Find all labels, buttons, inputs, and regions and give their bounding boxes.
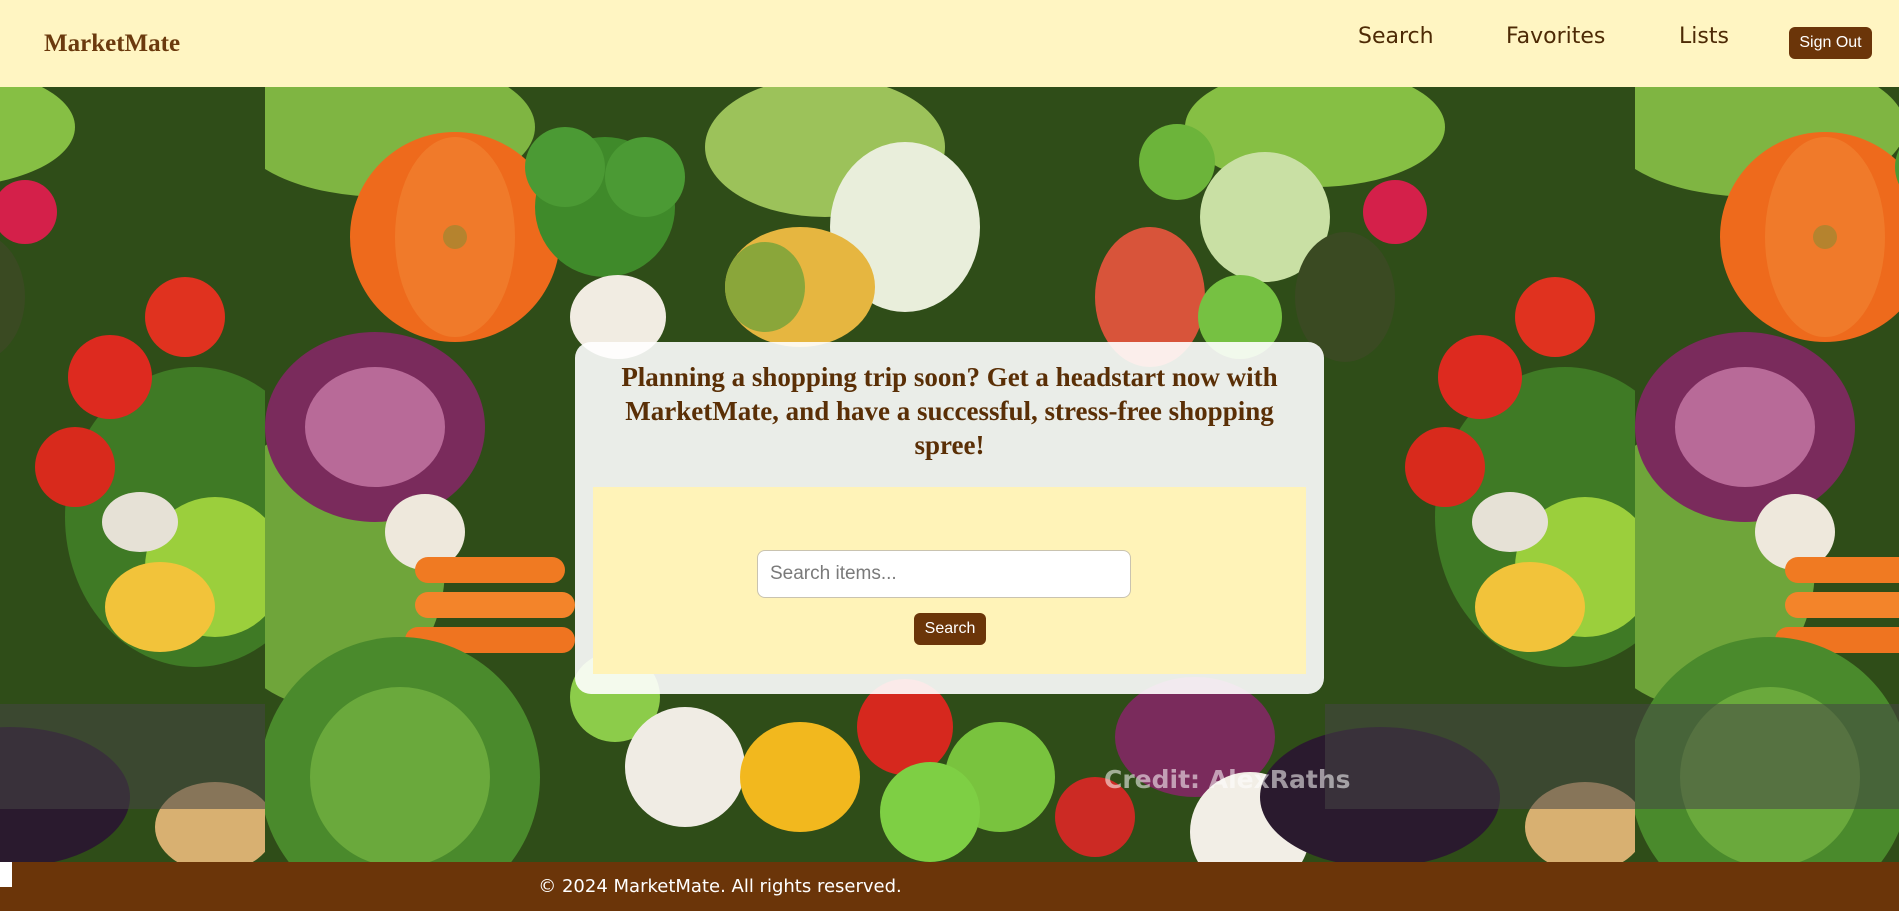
nav-link-favorites[interactable]: Favorites	[1506, 24, 1605, 49]
footer-copyright: © 2024 MarketMate. All rights reserved.	[538, 876, 902, 897]
search-input[interactable]	[757, 550, 1131, 598]
footer: © 2024 MarketMate. All rights reserved.	[0, 862, 1899, 911]
nav-link-lists[interactable]: Lists	[1679, 24, 1729, 49]
image-credit: Credit: AlexRaths	[1104, 765, 1351, 794]
search-button[interactable]: Search	[914, 613, 986, 645]
nav-link-search[interactable]: Search	[1358, 24, 1434, 49]
sign-out-button[interactable]: Sign Out	[1789, 27, 1872, 59]
navbar: MarketMate Search Favorites Lists Sign O…	[0, 0, 1899, 87]
hero-headline: Planning a shopping trip soon? Get a hea…	[575, 360, 1324, 462]
watermark-strip-mid	[1325, 704, 1634, 809]
hero-card: Planning a shopping trip soon? Get a hea…	[575, 342, 1324, 694]
watermark-strip-left	[0, 704, 265, 809]
watermark-strip-right	[1634, 704, 1899, 809]
brand-logo[interactable]: MarketMate	[44, 30, 180, 58]
hero-headline-text: Planning a shopping trip soon? Get a hea…	[621, 362, 1278, 460]
search-panel: Search	[593, 487, 1306, 674]
